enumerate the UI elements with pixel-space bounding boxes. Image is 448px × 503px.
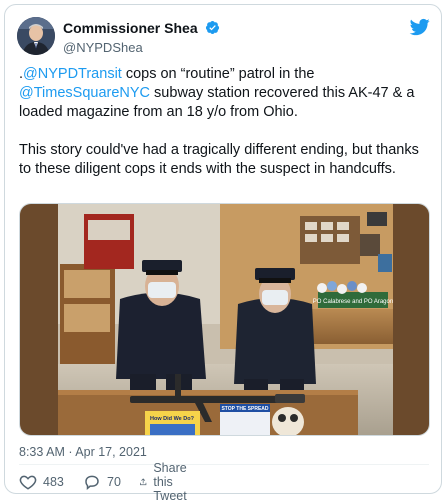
mention-timessquarenyc-link[interactable]: @TimesSquareNYC — [19, 85, 150, 101]
commemorative-sign-text: PO Calabrese and PO Aragon — [313, 299, 393, 305]
share-label: Share this Tweet — [153, 461, 187, 503]
tweet-paragraph-1: .@NYPDTransit cops on “routine” patrol i… — [19, 65, 431, 122]
author-names: Commissioner Shea @NYPDShea — [63, 19, 220, 55]
author-handle[interactable]: @NYPDShea — [63, 40, 220, 55]
divider — [19, 464, 429, 465]
tweet-text-middle: cops on “routine” patrol in the — [121, 66, 315, 82]
tweet-photo-image: PO Calabrese and PO Aragon How Did We Do… — [20, 204, 429, 435]
avatar-portrait — [17, 17, 55, 55]
tweet-header: Commissioner Shea @NYPDShea — [17, 15, 431, 59]
twitter-bird-icon[interactable] — [409, 17, 431, 37]
tweet-paragraph-2: This story could've had a tragically dif… — [19, 142, 419, 177]
author-display-name[interactable]: Commissioner Shea — [63, 20, 198, 36]
tweet-card: Commissioner Shea @NYPDShea .@NYPDTransi… — [4, 4, 442, 503]
poster-right: STOP THE SPREAD — [220, 404, 270, 435]
reply-icon — [85, 475, 99, 491]
poster-left-text: How Did We Do? — [150, 416, 195, 422]
heart-icon — [19, 475, 37, 490]
share-icon — [140, 478, 147, 486]
poster-right-text: STOP THE SPREAD — [221, 406, 268, 412]
avatar[interactable] — [17, 17, 55, 55]
like-count: 483 — [43, 475, 64, 489]
tweet-text: .@NYPDTransit cops on “routine” patrol i… — [19, 65, 431, 198]
tweet-timestamp[interactable]: 8:33 AM · Apr 17, 2021 — [19, 445, 147, 459]
mention-nypdtransit-link[interactable]: @NYPDTransit — [23, 66, 122, 82]
tweet-photo[interactable]: PO Calabrese and PO Aragon How Did We Do… — [19, 203, 430, 436]
like-button[interactable]: 483 — [19, 471, 64, 493]
verified-badge-icon — [206, 21, 220, 35]
share-button[interactable]: Share this Tweet — [139, 461, 196, 503]
reply-count: 70 — [107, 475, 121, 489]
poster-left: How Did We Do? — [145, 411, 200, 435]
reply-button[interactable]: 70 — [83, 471, 121, 493]
